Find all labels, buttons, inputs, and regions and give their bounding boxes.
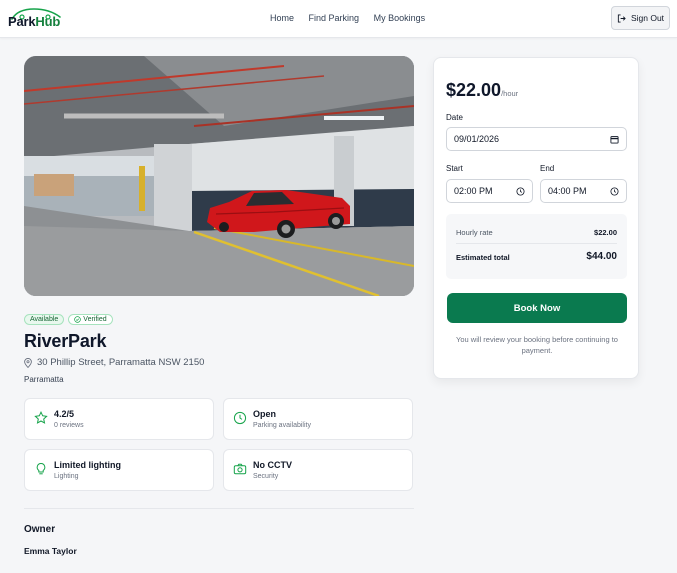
summary-divider	[456, 243, 617, 244]
status-badges: Available Verified	[24, 314, 113, 325]
end-time-field[interactable]: 04:00 PM	[540, 179, 627, 203]
estimated-total-value: $44.00	[586, 251, 617, 262]
price: $22.00/hour	[446, 80, 518, 101]
booking-note: You will review your booking before cont…	[456, 335, 618, 355]
brand-park: Park	[8, 14, 36, 29]
listing-title: RiverPark	[24, 331, 107, 351]
security-card: No CCTV Security	[223, 449, 413, 491]
clock-icon	[233, 411, 247, 425]
availability-value: Open	[253, 409, 277, 419]
sign-out-label: Sign Out	[630, 13, 665, 23]
hourly-rate-label: Hourly rate	[456, 228, 493, 237]
start-time-field[interactable]: 02:00 PM	[446, 179, 533, 203]
top-nav: ParkHub Home Find Parking My Bookings Si…	[0, 0, 677, 38]
location-pin-icon	[24, 357, 32, 368]
nav-home[interactable]: Home	[270, 13, 294, 23]
verified-badge: Verified	[68, 314, 113, 325]
available-badge: Available	[24, 314, 65, 325]
owner-heading: Owner	[24, 524, 56, 535]
bulb-icon	[36, 462, 46, 475]
security-label: Security	[253, 473, 279, 480]
rating-reviews: 0 reviews	[54, 422, 84, 429]
security-value: No CCTV	[253, 460, 292, 470]
garage-car-image	[24, 56, 414, 296]
clock-icon[interactable]	[516, 186, 525, 196]
lighting-label: Lighting	[54, 473, 79, 480]
rating-card: 4.2/5 0 reviews	[24, 398, 214, 440]
address-text: 30 Phillip Street, Parramatta NSW 2150	[37, 357, 205, 368]
hourly-rate-row: Hourly rate $22.00	[456, 228, 617, 237]
nav-links: Home Find Parking My Bookings	[270, 13, 437, 23]
end-time-value: 04:00 PM	[548, 186, 587, 196]
check-circle-icon	[74, 316, 82, 323]
availability-label: Parking availability	[253, 422, 311, 429]
sign-out-icon	[617, 13, 626, 23]
date-field[interactable]: 09/01/2026	[446, 127, 627, 151]
sign-out-button[interactable]: Sign Out	[611, 6, 670, 30]
lighting-value: Limited lighting	[54, 460, 121, 470]
parking-photo	[24, 56, 414, 296]
star-icon	[34, 411, 48, 424]
price-summary: Hourly rate $22.00 Estimated total $44.0…	[446, 214, 627, 279]
price-amount: $22.00	[446, 80, 502, 100]
price-unit: /hour	[501, 89, 519, 98]
end-label: End	[540, 164, 555, 173]
camera-icon	[233, 463, 247, 475]
calendar-icon[interactable]	[610, 135, 619, 144]
clock-icon[interactable]	[610, 186, 619, 196]
lighting-card: Limited lighting Lighting	[24, 449, 214, 491]
availability-card: Open Parking availability	[223, 398, 413, 440]
rating-value: 4.2/5	[54, 409, 75, 419]
estimated-total-label: Estimated total	[456, 253, 510, 262]
booking-panel: $22.00/hour Date 09/01/2026 Start 02:00 …	[433, 57, 639, 379]
hourly-rate-value: $22.00	[594, 228, 617, 237]
nav-my-bookings[interactable]: My Bookings	[374, 13, 426, 23]
estimated-total-row: Estimated total $44.00	[456, 251, 617, 262]
book-now-button[interactable]: Book Now	[447, 293, 627, 323]
brand-hub: Hub	[35, 14, 61, 29]
section-divider	[24, 508, 414, 509]
nav-find-parking[interactable]: Find Parking	[309, 13, 360, 23]
verified-label: Verified	[83, 315, 107, 323]
owner-name: Emma Taylor	[24, 546, 77, 556]
start-time-value: 02:00 PM	[454, 186, 493, 196]
date-value: 09/01/2026	[454, 134, 500, 144]
start-label: Start	[446, 164, 463, 173]
listing-address: 30 Phillip Street, Parramatta NSW 2150	[24, 357, 204, 368]
date-label: Date	[446, 113, 463, 122]
listing-suburb: Parramatta	[24, 375, 64, 384]
